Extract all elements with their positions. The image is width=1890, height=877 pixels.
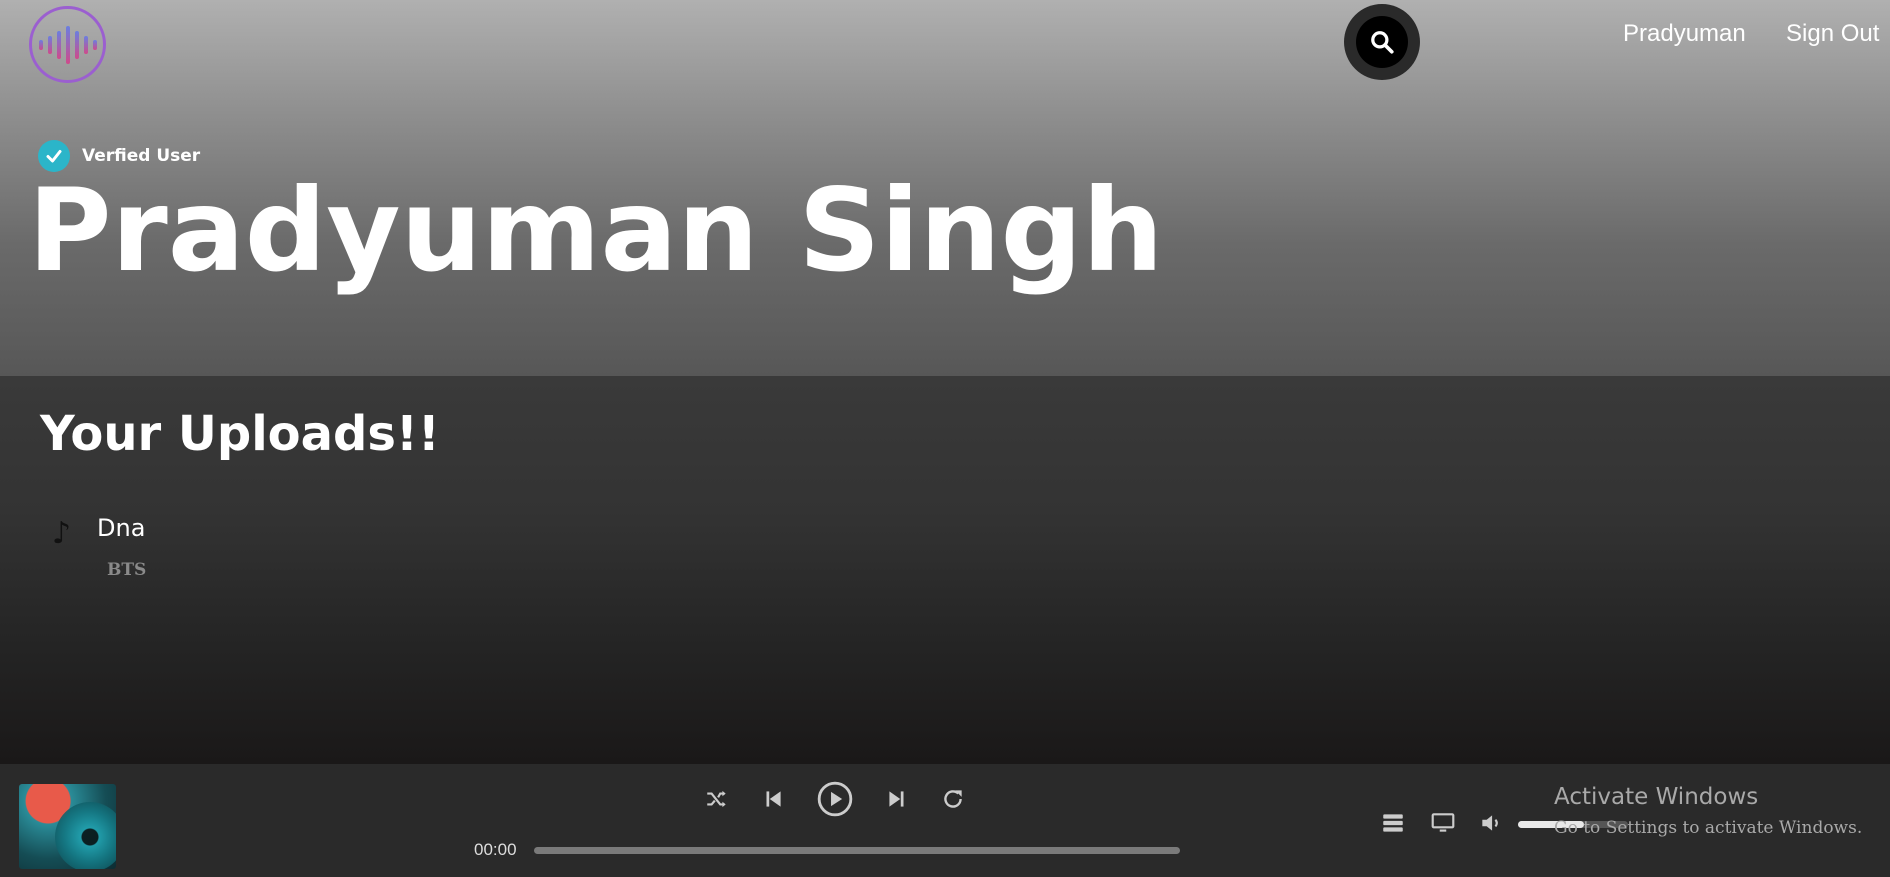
play-icon: [817, 781, 853, 817]
uploads-title: Your Uploads!!: [40, 406, 440, 462]
play-button[interactable]: [816, 780, 854, 818]
activation-watermark-subtitle: Go to Settings to activate Windows.: [1554, 818, 1863, 838]
queue-button[interactable]: [1380, 810, 1406, 840]
progress-bar[interactable]: [534, 847, 1180, 854]
profile-hero: Pradyuman Sign Out Verfied User Pradyuma…: [0, 0, 1890, 376]
search-button[interactable]: [1344, 4, 1420, 80]
device-icon: [1431, 813, 1455, 832]
repeat-icon: [944, 790, 962, 808]
music-note-icon: ♪: [52, 516, 72, 551]
shuffle-button[interactable]: [704, 786, 730, 812]
volume-button[interactable]: [1478, 810, 1504, 840]
activation-watermark-title: Activate Windows: [1554, 784, 1759, 810]
repeat-button[interactable]: [940, 786, 966, 812]
device-button[interactable]: [1430, 810, 1456, 840]
song-title[interactable]: Dna: [97, 514, 145, 542]
shuffle-icon: [707, 790, 726, 808]
next-button[interactable]: [884, 786, 910, 812]
uploads-section: Your Uploads!! ♪ Dna BTS: [0, 376, 1890, 764]
current-time: 00:00: [474, 840, 517, 859]
user-profile-link[interactable]: Pradyuman: [1623, 20, 1746, 48]
profile-name: Pradyuman Singh: [28, 164, 1164, 297]
sign-out-link[interactable]: Sign Out: [1786, 20, 1879, 48]
song-artist: BTS: [107, 560, 147, 580]
soundwave-logo-icon[interactable]: [29, 6, 106, 83]
next-icon: [889, 791, 904, 807]
album-cover: [19, 784, 116, 869]
search-icon: [1371, 31, 1394, 54]
volume-icon: [1482, 815, 1498, 831]
previous-icon: [766, 791, 781, 807]
music-player-bar: 00:00 Activate Windows Go to Settings to…: [0, 764, 1890, 877]
verified-label: Verfied User: [82, 146, 201, 166]
queue-icon: [1383, 814, 1403, 832]
previous-button[interactable]: [760, 786, 786, 812]
